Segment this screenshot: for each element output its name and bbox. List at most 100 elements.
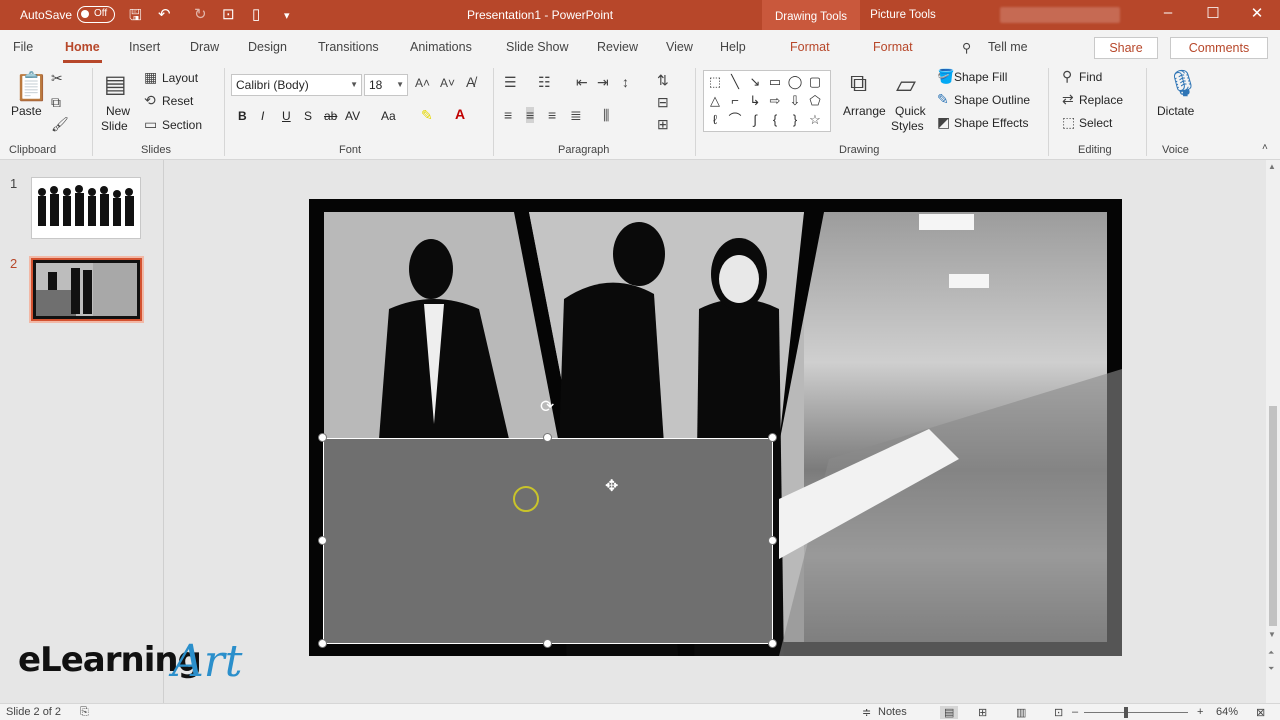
resize-handle-top-left[interactable] (318, 433, 327, 442)
line-shape-icon[interactable]: ╲ (726, 73, 744, 91)
increase-indent-icon[interactable]: ⇥ (597, 74, 609, 91)
shape-effects-button[interactable]: Shape Effects (954, 116, 1029, 130)
triangle-shape-icon[interactable]: △ (706, 92, 724, 110)
shape-outline-button[interactable]: Shape Outline (954, 93, 1030, 107)
zoom-slider-knob[interactable] (1124, 707, 1128, 718)
arrange-button[interactable]: Arrange (843, 104, 886, 118)
resize-handle-left[interactable] (318, 536, 327, 545)
layout-button[interactable]: Layout (162, 71, 198, 85)
select-button[interactable]: Select (1079, 116, 1112, 130)
scroll-up-icon[interactable]: ▲ (1268, 162, 1276, 171)
line-spacing-icon[interactable]: ↕ (622, 74, 629, 90)
columns-icon[interactable]: ⫼ (603, 107, 609, 124)
replace-button[interactable]: Replace (1079, 93, 1123, 107)
find-button[interactable]: Find (1079, 70, 1102, 84)
underline-button[interactable]: U (282, 109, 291, 123)
resize-handle-top-right[interactable] (768, 433, 777, 442)
tab-format-picture[interactable]: Format (873, 40, 913, 54)
redo-icon[interactable]: ↻ (194, 5, 207, 23)
zoom-out-icon[interactable]: – (1072, 706, 1078, 718)
justify-icon[interactable]: ≣ (570, 107, 582, 124)
tab-draw[interactable]: Draw (190, 40, 219, 54)
tab-insert[interactable]: Insert (129, 40, 160, 54)
section-button[interactable]: Section (162, 118, 202, 132)
rotate-handle-icon[interactable]: ⟳ (540, 397, 554, 417)
elbow-connector-icon[interactable]: ⌐ (726, 92, 744, 110)
maximize-button[interactable]: ☐ (1198, 4, 1228, 22)
copy-icon[interactable]: ⧉ (51, 94, 61, 111)
tab-file[interactable]: File (13, 40, 33, 54)
shape-selection-frame[interactable] (323, 438, 773, 644)
notes-button[interactable]: Notes (878, 706, 907, 718)
minimize-button[interactable]: – (1153, 4, 1183, 21)
quick-styles-button[interactable]: Quick (895, 104, 926, 118)
font-name-combo[interactable]: Calibri (Body) ▼ (231, 74, 362, 96)
comments-button[interactable]: Comments (1170, 37, 1268, 59)
tab-transitions[interactable]: Transitions (318, 40, 379, 54)
tab-format-drawing[interactable]: Format (790, 40, 830, 54)
resize-handle-top[interactable] (543, 433, 552, 442)
slide-thumbnail-1[interactable] (31, 177, 141, 239)
elbow-arrow-icon[interactable]: ↳ (746, 92, 764, 110)
bold-button[interactable]: B (238, 109, 247, 123)
font-size-combo[interactable]: 18 ▼ (364, 74, 408, 96)
smartart-icon[interactable]: ⊞ (657, 116, 669, 133)
customize-qat-icon[interactable]: ▾ (284, 9, 290, 22)
reset-button[interactable]: Reset (162, 94, 193, 108)
grow-font-icon[interactable]: A˄ (415, 76, 430, 90)
scrollbar-thumb[interactable] (1269, 406, 1277, 626)
highlight-icon[interactable]: ✎ (421, 107, 433, 124)
collapse-ribbon-icon[interactable]: ˄ (1262, 142, 1268, 153)
clear-format-icon[interactable]: A̸ (466, 74, 475, 90)
new-file-icon[interactable]: ▯ (252, 5, 260, 23)
textbox-shape-icon[interactable]: ⬚ (706, 73, 724, 91)
slideshow-view-icon[interactable]: ⊡ (1054, 706, 1063, 719)
align-text-icon[interactable]: ⊟ (657, 94, 669, 111)
shadow-button[interactable]: S (304, 109, 312, 123)
quick-styles-icon[interactable]: ▱ (896, 69, 916, 100)
tell-me-box[interactable]: Tell me (988, 40, 1028, 54)
microphone-icon[interactable]: 🎙 (1166, 68, 1199, 99)
paste-button[interactable]: Paste (11, 104, 42, 118)
text-direction-icon[interactable]: ⇅ (657, 72, 669, 89)
tab-design[interactable]: Design (248, 40, 287, 54)
brace-left-icon[interactable]: { (766, 111, 784, 129)
tab-review[interactable]: Review (597, 40, 638, 54)
slide-sorter-icon[interactable]: ⊞ (978, 706, 987, 719)
shape-fill-button[interactable]: Shape Fill (954, 70, 1007, 84)
arrange-icon[interactable]: ⧉ (850, 70, 867, 98)
search-icon[interactable]: ⚲ (962, 40, 971, 55)
font-color-icon[interactable]: A (455, 106, 465, 122)
decrease-indent-icon[interactable]: ⇤ (576, 74, 588, 91)
slide-thumbnail-2[interactable] (31, 258, 142, 321)
align-center-icon[interactable]: ≡ (526, 107, 535, 123)
close-button[interactable]: ✕ (1242, 4, 1272, 22)
paste-icon[interactable]: 📋 (14, 70, 49, 103)
strikethrough-button[interactable]: ab (324, 109, 337, 123)
align-left-icon[interactable]: ≡ (504, 107, 512, 123)
pentagon-shape-icon[interactable]: ⬠ (806, 92, 824, 110)
reading-view-icon[interactable]: ▥ (1016, 706, 1026, 719)
shrink-font-icon[interactable]: A˅ (440, 76, 455, 90)
accessibility-icon[interactable]: ⎘ (80, 706, 89, 719)
scroll-down-icon[interactable]: ▼ (1268, 630, 1276, 639)
resize-handle-bottom[interactable] (543, 639, 552, 648)
numbering-icon[interactable]: ☷ (538, 74, 551, 91)
zoom-level[interactable]: 64% (1216, 706, 1238, 718)
tab-slide-show[interactable]: Slide Show (506, 40, 569, 54)
rounded-rect-shape-icon[interactable]: ▢ (806, 73, 824, 91)
star-shape-icon[interactable]: ☆ (806, 111, 824, 129)
share-button[interactable]: Share (1094, 37, 1158, 59)
tab-home[interactable]: Home (63, 40, 102, 63)
cut-icon[interactable]: ✂ (51, 70, 63, 87)
undo-icon[interactable]: ↶ (158, 5, 171, 23)
bullets-icon[interactable]: ☰ (504, 74, 517, 91)
tab-view[interactable]: View (666, 40, 693, 54)
save-icon[interactable]: 🖫 (129, 5, 142, 30)
account-name[interactable] (1000, 7, 1120, 23)
fit-to-window-icon[interactable]: ⊠ (1256, 706, 1265, 719)
normal-view-icon[interactable]: ▤ (940, 706, 959, 719)
resize-handle-bottom-left[interactable] (318, 639, 327, 648)
autosave-toggle[interactable]: Off (77, 6, 115, 23)
tab-help[interactable]: Help (720, 40, 746, 54)
